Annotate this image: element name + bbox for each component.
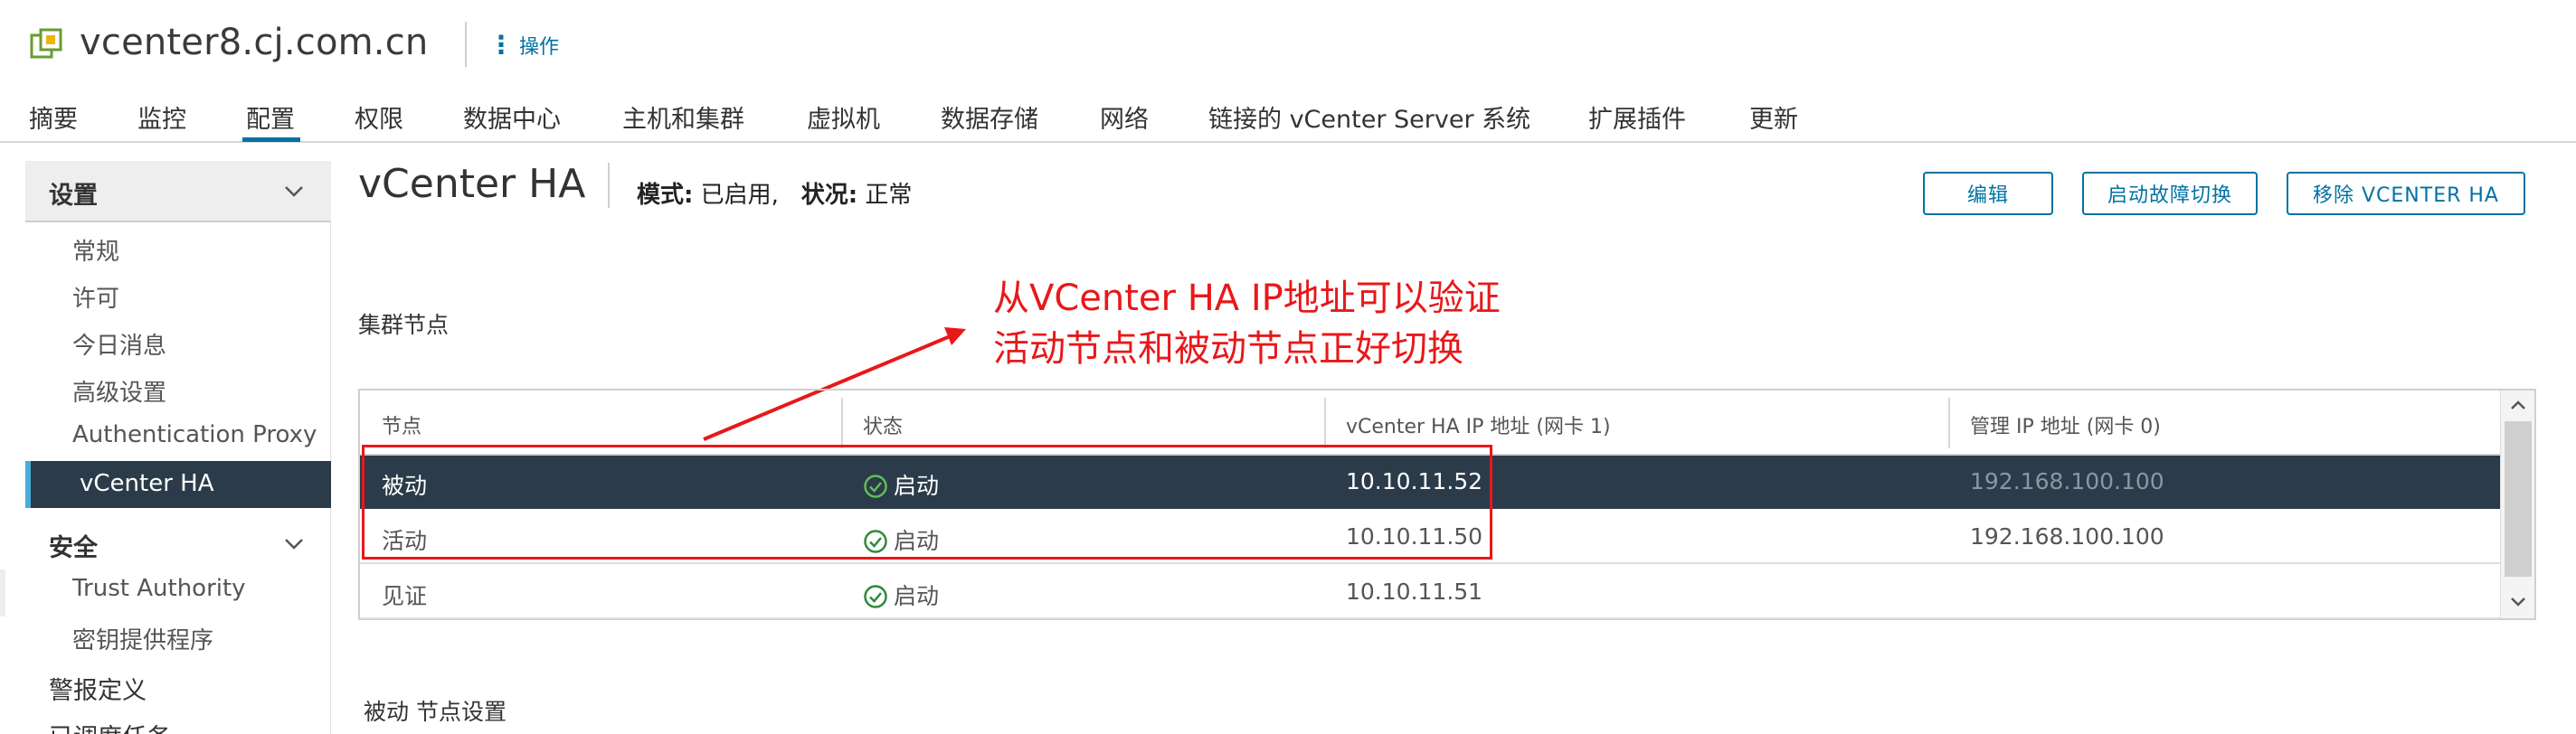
column-header-ha-ip[interactable]: vCenter HA IP 地址 (网卡 1) <box>1346 410 1611 439</box>
sidebar-item-label: 今日消息 <box>72 333 167 360</box>
cell-status: 启动 <box>863 523 939 556</box>
check-circle-icon <box>864 530 887 553</box>
ha-status: 模式: 已启用, 状况: 正常 <box>637 176 912 210</box>
tab-summary[interactable]: 摘要 <box>29 99 78 135</box>
nav-tabs: 摘要 监控 配置 权限 数据中心 主机和集群 虚拟机 数据存储 网络 链接的 v… <box>0 90 2576 143</box>
cell-mgmt-ip: 192.168.100.100 <box>1970 468 2164 494</box>
sidebar-item-label: 常规 <box>72 239 120 266</box>
vcenter-icon <box>30 28 62 59</box>
cell-status: 启动 <box>863 579 939 611</box>
tab-networks[interactable]: 网络 <box>1100 99 1149 135</box>
cell-ha-ip: 10.10.11.50 <box>1346 523 1483 550</box>
tab-datacenters[interactable]: 数据中心 <box>463 99 561 135</box>
sidebar-item-licensing[interactable]: 许可 <box>25 271 331 318</box>
sidebar-item-vcenter-ha[interactable]: vCenter HA <box>25 461 331 508</box>
actions-label: 操作 <box>519 36 560 59</box>
sidebar-item-general[interactable]: 常规 <box>25 224 331 271</box>
sidebar-item-key-providers[interactable]: 密钥提供程序 <box>25 613 331 660</box>
sidebar-item-alarm-definitions[interactable]: 警报定义 <box>49 671 147 706</box>
tab-extensions[interactable]: 扩展插件 <box>1588 99 1686 135</box>
passive-node-settings-heading: 被动 节点设置 <box>364 699 507 725</box>
state-value: 正常 <box>865 182 913 209</box>
annotation-line: 活动节点和被动节点正好切换 <box>993 328 1463 370</box>
edit-button[interactable]: 编辑 <box>1923 172 2053 215</box>
scrollbar-thumb[interactable] <box>2505 421 2532 577</box>
section-title: vCenter HA <box>358 161 586 207</box>
header-divider <box>465 22 467 67</box>
tab-vms[interactable]: 虚拟机 <box>807 99 880 135</box>
page-title: vcenter8.cj.com.cn <box>80 22 429 63</box>
sidebar-section-security[interactable]: 安全 <box>25 513 331 562</box>
column-header-status[interactable]: 状态 <box>863 410 903 439</box>
sidebar-item-label: Trust Authority <box>72 575 246 602</box>
column-divider[interactable] <box>1948 398 1950 448</box>
sidebar-section-label: 设置 <box>49 182 98 210</box>
cell-node: 见证 <box>382 583 428 609</box>
status-text: 启动 <box>894 528 940 554</box>
sidebar-item-label: 许可 <box>72 286 120 313</box>
annotation-line: 从VCenter HA IP地址可以验证 <box>993 278 1501 319</box>
sidebar-section-label: 安全 <box>49 534 98 562</box>
mode-value: 已启用, <box>700 182 779 209</box>
cell-node: 被动 <box>382 473 428 499</box>
sidebar-section-settings[interactable]: 设置 <box>25 161 331 222</box>
chevron-down-icon <box>285 186 303 197</box>
chevron-up-icon[interactable] <box>2508 396 2528 416</box>
cell-node: 活动 <box>382 528 428 554</box>
sidebar-item-label: 密钥提供程序 <box>72 627 214 654</box>
table-row[interactable]: 活动 启动 10.10.11.50 192.168.100.100 <box>360 511 2500 564</box>
left-edge-marker <box>0 569 5 616</box>
object-header: vcenter8.cj.com.cn ⋮ 操作 <box>0 0 2576 90</box>
title-divider <box>608 163 610 208</box>
table-scrollbar[interactable] <box>2500 391 2534 618</box>
mode-label: 模式: <box>637 182 694 209</box>
cell-mgmt-ip: 192.168.100.100 <box>1970 523 2164 550</box>
chevron-down-icon[interactable] <box>2508 591 2528 611</box>
actions-menu-button[interactable]: ⋮ 操作 <box>488 31 559 60</box>
sidebar-item-label: vCenter HA <box>80 470 214 497</box>
tab-hosts-clusters[interactable]: 主机和集群 <box>622 99 744 135</box>
tab-permissions[interactable]: 权限 <box>355 99 403 135</box>
sidebar-item-label: 高级设置 <box>72 380 167 407</box>
cell-status: 启动 <box>863 468 939 501</box>
column-divider[interactable] <box>841 398 843 448</box>
cell-ha-ip: 10.10.11.52 <box>1346 468 1483 494</box>
sidebar-item-trust-authority[interactable]: Trust Authority <box>25 566 331 613</box>
table-row[interactable]: 见证 启动 10.10.11.51 <box>360 566 2500 619</box>
status-text: 启动 <box>894 473 940 499</box>
vertical-dots-icon: ⋮ <box>488 30 514 60</box>
column-header-mgmt-ip[interactable]: 管理 IP 地址 (网卡 0) <box>1970 410 2161 439</box>
sidebar-item-motd[interactable]: 今日消息 <box>25 318 331 365</box>
chevron-down-icon <box>285 539 303 550</box>
sidebar-item-auth-proxy[interactable]: Authentication Proxy <box>25 412 331 459</box>
tab-configure[interactable]: 配置 <box>246 99 295 135</box>
annotation-text: 从VCenter HA IP地址可以验证 活动节点和被动节点正好切换 <box>993 273 1501 374</box>
sidebar-item-scheduled-tasks[interactable]: 已调度任务 <box>49 718 171 734</box>
column-header-node[interactable]: 节点 <box>382 410 421 439</box>
active-tab-indicator <box>242 137 300 142</box>
cluster-nodes-table: 节点 状态 vCenter HA IP 地址 (网卡 1) 管理 IP 地址 (… <box>358 389 2536 620</box>
initiate-failover-button[interactable]: 启动故障切换 <box>2082 172 2258 215</box>
status-text: 启动 <box>894 583 940 609</box>
check-circle-icon <box>864 585 887 608</box>
tab-updates[interactable]: 更新 <box>1749 99 1798 135</box>
check-circle-icon <box>864 475 887 498</box>
column-divider[interactable] <box>1324 398 1326 448</box>
remove-vcenter-ha-button[interactable]: 移除 VCENTER HA <box>2287 172 2525 215</box>
cluster-nodes-heading: 集群节点 <box>358 312 450 338</box>
tab-linked-vcenter[interactable]: 链接的 vCenter Server 系统 <box>1208 99 1530 135</box>
cell-ha-ip: 10.10.11.51 <box>1346 579 1483 605</box>
sidebar-item-label: Authentication Proxy <box>72 421 317 448</box>
state-label: 状况: <box>800 182 858 209</box>
tab-datastores[interactable]: 数据存储 <box>941 99 1038 135</box>
table-header: 节点 状态 vCenter HA IP 地址 (网卡 1) 管理 IP 地址 (… <box>360 391 2500 456</box>
sidebar-item-advanced[interactable]: 高级设置 <box>25 365 331 412</box>
sidebar: 设置 常规 许可 今日消息 高级设置 Authentication Proxy … <box>25 161 331 734</box>
table-row[interactable]: 被动 启动 10.10.11.52 192.168.100.100 <box>360 456 2500 509</box>
tab-monitor[interactable]: 监控 <box>137 99 186 135</box>
